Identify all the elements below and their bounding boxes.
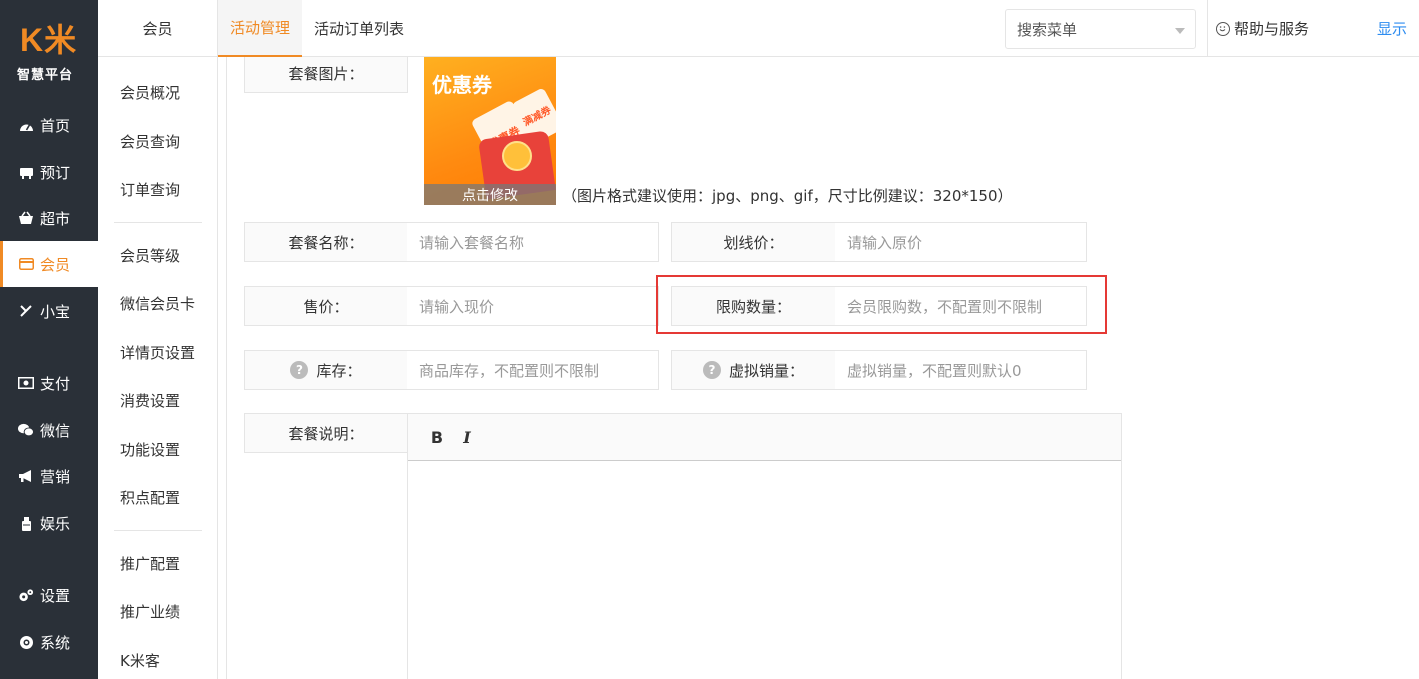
- xiaobao-icon: [18, 303, 34, 319]
- system-icon: [18, 634, 34, 650]
- sidebar-item-reserve[interactable]: 预订: [0, 149, 98, 195]
- reserve-icon: [18, 164, 34, 180]
- sidebar-item-label: 会员: [40, 255, 71, 274]
- subnav-item-levels[interactable]: 会员等级: [120, 245, 180, 266]
- help-label: 帮助与服务: [1234, 20, 1310, 38]
- main-sidebar: K米 智慧平台 首页 预订 超市 会员 小宝 支付 微信 营销 娱乐 设置 系统: [0, 0, 98, 679]
- sidebar-item-label: 娱乐: [40, 514, 71, 533]
- subnav-item-query[interactable]: 会员查询: [120, 131, 180, 152]
- name-label: 套餐名称：: [244, 222, 408, 262]
- package-image[interactable]: 优惠券 优惠券 满减券 点击修改: [424, 57, 556, 205]
- subnav-title: 会员: [98, 0, 217, 57]
- subnav-item-consume[interactable]: 消费设置: [120, 390, 180, 411]
- smile-icon: [1216, 21, 1230, 36]
- entertainment-icon: [18, 515, 34, 531]
- logo-mark: K米: [20, 22, 78, 58]
- package-name-input[interactable]: 请输入套餐名称: [407, 222, 659, 262]
- image-hint: （图片格式建议使用：jpg、png、gif，尺寸比例建议：320*150）: [562, 187, 1013, 205]
- main-content: 套餐图片： 优惠券 优惠券 满减券 点击修改 （图片格式建议使用：jpg、png…: [226, 57, 1419, 679]
- original-price-input[interactable]: 请输入原价: [835, 222, 1087, 262]
- chevron-down-icon: [1175, 28, 1185, 34]
- image-edit-button[interactable]: 点击修改: [424, 184, 556, 205]
- stock-label-cell: ? 库存：: [244, 350, 408, 390]
- sidebar-item-market[interactable]: 超市: [0, 195, 98, 241]
- divider: [114, 530, 202, 531]
- sidebar-item-xiaobao[interactable]: 小宝: [0, 288, 98, 334]
- sidebar-item-label: 营销: [40, 467, 71, 486]
- logo: K米 智慧平台: [0, 0, 98, 90]
- basket-icon: [18, 210, 34, 226]
- search-menu-select[interactable]: 搜索菜单: [1005, 9, 1196, 49]
- sidebar-item-settings[interactable]: 设置: [0, 572, 98, 618]
- sidebar-item-marketing[interactable]: 营销: [0, 453, 98, 499]
- sidebar-item-label: 设置: [40, 586, 71, 605]
- wechat-icon: [18, 422, 34, 438]
- tab-activity-management[interactable]: 活动管理: [218, 0, 303, 57]
- sidebar-item-home[interactable]: 首页: [0, 102, 98, 148]
- show-link[interactable]: 显示: [1377, 0, 1407, 57]
- stock-input[interactable]: 商品库存，不配置则不限制: [407, 350, 659, 390]
- subnav-item-orders[interactable]: 订单查询: [120, 179, 180, 200]
- coupon-text: 满减券: [521, 105, 554, 129]
- coin-graphic: [502, 141, 532, 171]
- sidebar-item-wechat[interactable]: 微信: [0, 407, 98, 453]
- money-icon: [18, 375, 34, 391]
- help-icon[interactable]: ?: [290, 361, 309, 379]
- description-label: 套餐说明：: [244, 413, 408, 453]
- subnav-item-overview[interactable]: 会员概况: [120, 82, 180, 103]
- subnav-item-kmike[interactable]: K米客: [120, 650, 160, 671]
- logo-subtitle: 智慧平台: [17, 68, 74, 83]
- sidebar-item-label: 超市: [40, 209, 71, 228]
- sidebar-item-label: 支付: [40, 374, 71, 393]
- sidebar-item-pay[interactable]: 支付: [0, 360, 98, 406]
- subnav-item-points[interactable]: 积点配置: [120, 487, 180, 508]
- subnav-item-promotion[interactable]: 推广配置: [120, 553, 180, 574]
- help-icon[interactable]: ?: [702, 361, 721, 379]
- sidebar-item-member[interactable]: 会员: [0, 241, 98, 287]
- sub-sidebar: 会员 会员概况 会员查询 订单查询 会员等级 微信会员卡 详情页设置 消费设置 …: [98, 0, 218, 679]
- italic-button[interactable]: I: [456, 426, 478, 448]
- price-label: 售价：: [244, 286, 408, 326]
- subnav-item-wechat-card[interactable]: 微信会员卡: [120, 293, 195, 314]
- virtual-sales-label-cell: ? 虚拟销量：: [671, 350, 836, 390]
- image-title: 优惠券: [432, 73, 492, 97]
- sidebar-item-label: 首页: [40, 116, 71, 135]
- card-icon: [18, 256, 34, 272]
- virtual-sales-input[interactable]: 虚拟销量，不配置则默认0: [835, 350, 1087, 390]
- help-service-link[interactable]: 帮助与服务: [1207, 0, 1357, 57]
- sidebar-item-label: 系统: [40, 633, 71, 652]
- original-price-label: 划线价：: [671, 222, 836, 262]
- editor-toolbar: B I: [408, 414, 1121, 461]
- bold-button[interactable]: B: [426, 426, 448, 448]
- gears-icon: [18, 587, 34, 603]
- virtual-sales-label: 虚拟销量：: [728, 361, 804, 380]
- description-editor[interactable]: B I: [407, 413, 1122, 679]
- subnav-item-detail-page[interactable]: 详情页设置: [120, 342, 195, 363]
- image-label: 套餐图片：: [244, 57, 408, 93]
- megaphone-icon: [18, 468, 34, 484]
- sidebar-item-label: 预订: [40, 163, 71, 182]
- search-menu-placeholder: 搜索菜单: [1017, 20, 1078, 39]
- sidebar-item-system[interactable]: 系统: [0, 619, 98, 665]
- sidebar-item-entertainment[interactable]: 娱乐: [0, 500, 98, 546]
- subnav-item-function[interactable]: 功能设置: [120, 439, 180, 460]
- tab-activity-orders[interactable]: 活动订单列表: [302, 0, 416, 57]
- top-header: 活动管理 活动订单列表 搜索菜单 帮助与服务 显示: [218, 0, 1419, 57]
- highlight-box: [656, 275, 1107, 334]
- sidebar-item-label: 微信: [40, 421, 71, 440]
- sidebar-item-label: 小宝: [40, 302, 71, 321]
- stock-label: 库存：: [316, 361, 362, 380]
- subnav-item-performance[interactable]: 推广业绩: [120, 601, 180, 622]
- dashboard-icon: [18, 117, 34, 133]
- divider: [114, 222, 202, 223]
- price-input[interactable]: 请输入现价: [407, 286, 659, 326]
